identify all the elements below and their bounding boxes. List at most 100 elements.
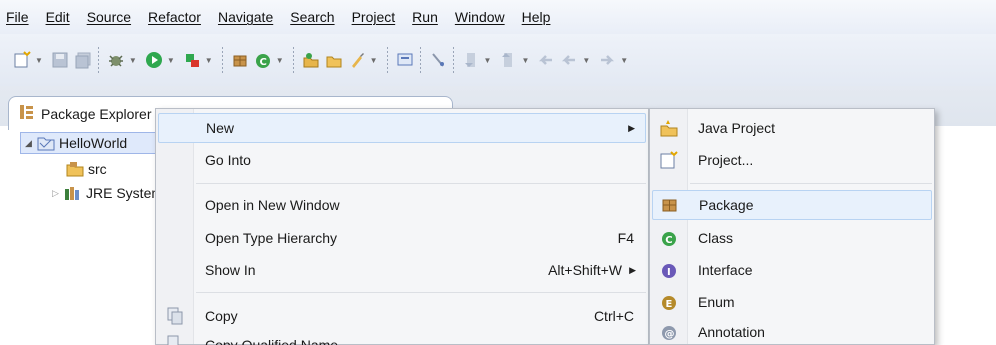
shortcut-label: F4	[617, 230, 634, 246]
menu-item-copy-qualified-name-label: Copy Qualified Name	[205, 337, 339, 345]
next-annotation-icon[interactable]	[461, 50, 481, 70]
submenu-item-package[interactable]: Package	[652, 190, 932, 220]
svg-text:C: C	[665, 235, 672, 246]
next-annotation-dropdown-icon[interactable]: ▼	[484, 56, 492, 65]
toolbar-separator	[452, 47, 454, 73]
external-tools-icon[interactable]	[182, 50, 202, 70]
svg-text:E: E	[666, 299, 673, 310]
submenu-item-java-project[interactable]: Java Project	[652, 113, 932, 143]
submenu-arrow-icon: ▶	[628, 122, 635, 133]
submenu-item-package-label: Package	[699, 197, 754, 213]
brush-icon[interactable]	[347, 50, 367, 70]
new-icon[interactable]	[12, 50, 32, 70]
package-icon	[661, 196, 679, 214]
prev-annotation-dropdown-icon[interactable]: ▼	[521, 56, 529, 65]
menu-item-copy-qualified-name[interactable]: Copy Qualified Name	[158, 333, 646, 345]
java-project-icon	[660, 119, 678, 137]
menu-item-new[interactable]: New ▶	[158, 113, 646, 143]
submenu-item-java-project-label: Java Project	[698, 120, 776, 136]
menu-item-copy-label: Copy	[205, 308, 238, 324]
svg-text:C: C	[259, 57, 266, 68]
submenu-item-project-label: Project...	[698, 152, 754, 168]
save-all-icon[interactable]	[73, 50, 93, 70]
menu-file[interactable]: File	[6, 9, 29, 25]
toolbar-separator	[221, 47, 223, 73]
menu-source[interactable]: Source	[87, 9, 131, 25]
submenu-item-project[interactable]: Project...	[652, 145, 932, 175]
new-class-dropdown-icon[interactable]: ▼	[276, 56, 284, 65]
menu-search[interactable]: Search	[290, 9, 334, 25]
menu-item-show-in[interactable]: Show In Alt+Shift+W ▶	[158, 255, 646, 285]
svg-text:@: @	[665, 329, 675, 340]
expand-toggle-icon[interactable]: ◢	[25, 138, 37, 149]
project-folder-icon	[37, 135, 55, 151]
project-icon	[660, 151, 678, 169]
debug-icon[interactable]	[106, 50, 126, 70]
last-edit-icon[interactable]	[536, 50, 556, 70]
toggle-mark-icon[interactable]	[428, 50, 448, 70]
menu-item-open-new-window[interactable]: Open in New Window	[158, 190, 646, 220]
forward-icon[interactable]	[597, 50, 617, 70]
run-icon[interactable]	[144, 50, 164, 70]
shortcut-label: Ctrl+C	[593, 308, 634, 324]
menu-separator	[196, 292, 646, 293]
save-icon[interactable]	[50, 50, 70, 70]
submenu-item-interface-label: Interface	[698, 262, 753, 278]
menu-item-go-into[interactable]: Go Into	[158, 145, 646, 175]
menu-separator	[196, 183, 646, 184]
menu-run[interactable]: Run	[412, 9, 438, 25]
open-type-icon[interactable]	[301, 50, 321, 70]
console-icon[interactable]	[395, 50, 415, 70]
menu-item-open-type-hierarchy-label: Open Type Hierarchy	[205, 230, 338, 246]
new-submenu: Java Project Project... Package C Class …	[649, 108, 935, 345]
new-dropdown-icon[interactable]: ▼	[35, 56, 43, 65]
back-icon[interactable]	[559, 50, 579, 70]
context-menu: New ▶ Go Into Open in New Window Open Ty…	[155, 108, 649, 345]
copy-icon	[166, 307, 184, 325]
menu-window[interactable]: Window	[455, 9, 505, 25]
interface-icon: I	[660, 261, 678, 279]
menu-item-copy[interactable]: Copy Ctrl+C	[158, 301, 646, 331]
back-dropdown-icon[interactable]: ▼	[582, 56, 590, 65]
tree-item-src[interactable]: src	[66, 158, 107, 180]
prev-annotation-icon[interactable]	[498, 50, 518, 70]
annotation-icon: @	[660, 323, 678, 341]
menu-item-open-type-hierarchy[interactable]: Open Type Hierarchy F4	[158, 223, 646, 253]
new-class-icon[interactable]: C	[253, 50, 273, 70]
submenu-item-class-label: Class	[698, 230, 734, 246]
open-folder-icon[interactable]	[324, 50, 344, 70]
menu-edit[interactable]: Edit	[46, 9, 70, 25]
submenu-item-annotation-label: Annotation	[698, 324, 765, 340]
tree-item-project-label: HelloWorld	[59, 135, 128, 151]
brush-dropdown-icon[interactable]: ▼	[370, 56, 378, 65]
submenu-item-annotation[interactable]: @ Annotation	[652, 317, 932, 345]
toolbar-separator	[386, 47, 388, 73]
shortcut-label: Alt+Shift+W	[548, 262, 622, 278]
submenu-item-interface[interactable]: I Interface	[652, 255, 932, 285]
submenu-item-enum[interactable]: E Enum	[652, 287, 932, 317]
menu-help[interactable]: Help	[522, 9, 551, 25]
main-toolbar: ▼ ▼ ▼ ▼ C ▼ ▼ ▼ ▼ ▼ ▼	[0, 34, 996, 86]
submenu-item-class[interactable]: C Class	[652, 223, 932, 253]
submenu-item-enum-label: Enum	[698, 294, 735, 310]
package-explorer-tab-label: Package Explorer	[41, 105, 152, 122]
run-dropdown-icon[interactable]: ▼	[167, 56, 175, 65]
new-package-icon[interactable]	[230, 50, 250, 70]
package-explorer-icon	[19, 104, 35, 123]
submenu-arrow-icon: ▶	[629, 264, 636, 275]
menu-item-go-into-label: Go Into	[205, 152, 251, 168]
debug-dropdown-icon[interactable]: ▼	[129, 56, 137, 65]
menu-refactor[interactable]: Refactor	[148, 9, 201, 25]
menu-navigate[interactable]: Navigate	[218, 9, 273, 25]
toolbar-separator	[419, 47, 421, 73]
external-tools-dropdown-icon[interactable]: ▼	[205, 56, 213, 65]
tree-item-src-label: src	[88, 161, 107, 177]
expand-toggle-icon[interactable]: ▷	[52, 188, 64, 199]
copy-qualified-name-icon	[166, 335, 184, 345]
enum-icon: E	[660, 293, 678, 311]
toolbar-separator	[292, 47, 294, 73]
menu-separator	[690, 183, 932, 184]
menu-project[interactable]: Project	[352, 9, 396, 25]
menu-bar: File Edit Source Refactor Navigate Searc…	[0, 0, 996, 34]
forward-dropdown-icon[interactable]: ▼	[620, 56, 628, 65]
